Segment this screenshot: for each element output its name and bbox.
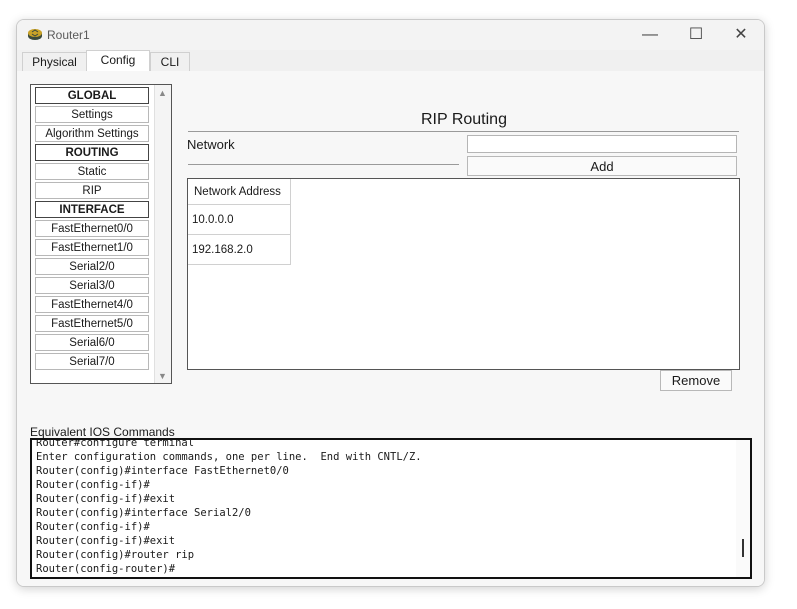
add-button[interactable]: Add — [467, 156, 737, 176]
nav-item-fastethernet1-0[interactable]: FastEthernet1/0 — [35, 239, 149, 256]
console-line: Router(config)#router rip — [36, 549, 195, 561]
nav-header-global[interactable]: GLOBAL — [35, 87, 149, 104]
page-title: RIP Routing — [421, 111, 507, 128]
title-divider — [188, 131, 739, 132]
table-row[interactable]: 192.168.2.0 — [188, 234, 291, 265]
console-line: Router(config-if)# — [36, 521, 150, 533]
ios-commands-console[interactable]: Router#configure terminal Enter configur… — [30, 438, 752, 579]
network-table: Network Address 10.0.0.0 192.168.2.0 — [187, 178, 740, 370]
ios-commands-label: Equivalent IOS Commands — [30, 425, 175, 439]
tab-physical[interactable]: Physical — [22, 52, 87, 71]
nav-item-serial7-0[interactable]: Serial7/0 — [35, 353, 149, 370]
config-nav-list: GLOBAL Settings Algorithm Settings ROUTI… — [32, 86, 152, 372]
minimize-button[interactable]: — — [637, 24, 663, 46]
scroll-down-icon[interactable]: ▼ — [158, 371, 167, 381]
tab-bar: Physical Config CLI — [17, 50, 764, 72]
network-label: Network — [187, 137, 235, 152]
tab-cli[interactable]: CLI — [150, 52, 190, 71]
router-window: Router1 — ☐ ✕ Physical Config CLI GLOBAL… — [16, 19, 765, 587]
nav-item-algorithm-settings[interactable]: Algorithm Settings — [35, 125, 149, 142]
console-line: Router(config-if)#exit — [36, 493, 176, 505]
console-scroll-thumb[interactable] — [742, 539, 744, 557]
nav-item-serial2-0[interactable]: Serial2/0 — [35, 258, 149, 275]
nav-item-fastethernet0-0[interactable]: FastEthernet0/0 — [35, 220, 149, 237]
tab-config[interactable]: Config — [86, 50, 150, 72]
nav-scrollbar[interactable]: ▲ ▼ — [154, 85, 171, 383]
nav-header-interface[interactable]: INTERFACE — [35, 201, 149, 218]
network-address-header: Network Address — [188, 179, 291, 205]
config-nav: GLOBAL Settings Algorithm Settings ROUTI… — [30, 84, 172, 384]
console-lines: Router#configure terminal Enter configur… — [36, 438, 422, 576]
console-line: Router(config)#interface Serial2/0 — [36, 507, 251, 519]
scroll-up-icon[interactable]: ▲ — [158, 88, 167, 98]
remove-button[interactable]: Remove — [660, 370, 732, 391]
console-line: Router(config)#interface FastEthernet0/0 — [36, 465, 289, 477]
console-scrollbar[interactable] — [736, 440, 750, 577]
console-line: Router(config-if)# — [36, 479, 150, 491]
console-line: Router#configure terminal — [36, 438, 195, 449]
router-icon — [28, 29, 42, 40]
nav-item-static[interactable]: Static — [35, 163, 149, 180]
window-title: Router1 — [47, 28, 90, 42]
network-input[interactable] — [467, 135, 737, 153]
console-line: Router(config-router)# — [36, 563, 176, 575]
network-table-grid: Network Address 10.0.0.0 192.168.2.0 — [188, 179, 291, 265]
console-line: Router(config-if)#exit — [36, 535, 176, 547]
nav-item-serial3-0[interactable]: Serial3/0 — [35, 277, 149, 294]
close-button[interactable]: ✕ — [728, 24, 754, 46]
nav-item-fastethernet5-0[interactable]: FastEthernet5/0 — [35, 315, 149, 332]
network-divider — [188, 164, 459, 165]
nav-item-serial6-0[interactable]: Serial6/0 — [35, 334, 149, 351]
nav-header-routing[interactable]: ROUTING — [35, 144, 149, 161]
title-bar[interactable]: Router1 — ☐ ✕ — [17, 20, 764, 50]
nav-item-fastethernet4-0[interactable]: FastEthernet4/0 — [35, 296, 149, 313]
nav-item-settings[interactable]: Settings — [35, 106, 149, 123]
maximize-button[interactable]: ☐ — [683, 24, 709, 46]
table-row[interactable]: 10.0.0.0 — [188, 204, 291, 235]
config-panel: GLOBAL Settings Algorithm Settings ROUTI… — [17, 71, 764, 586]
nav-item-rip[interactable]: RIP — [35, 182, 149, 199]
console-line: Enter configuration commands, one per li… — [36, 451, 422, 463]
